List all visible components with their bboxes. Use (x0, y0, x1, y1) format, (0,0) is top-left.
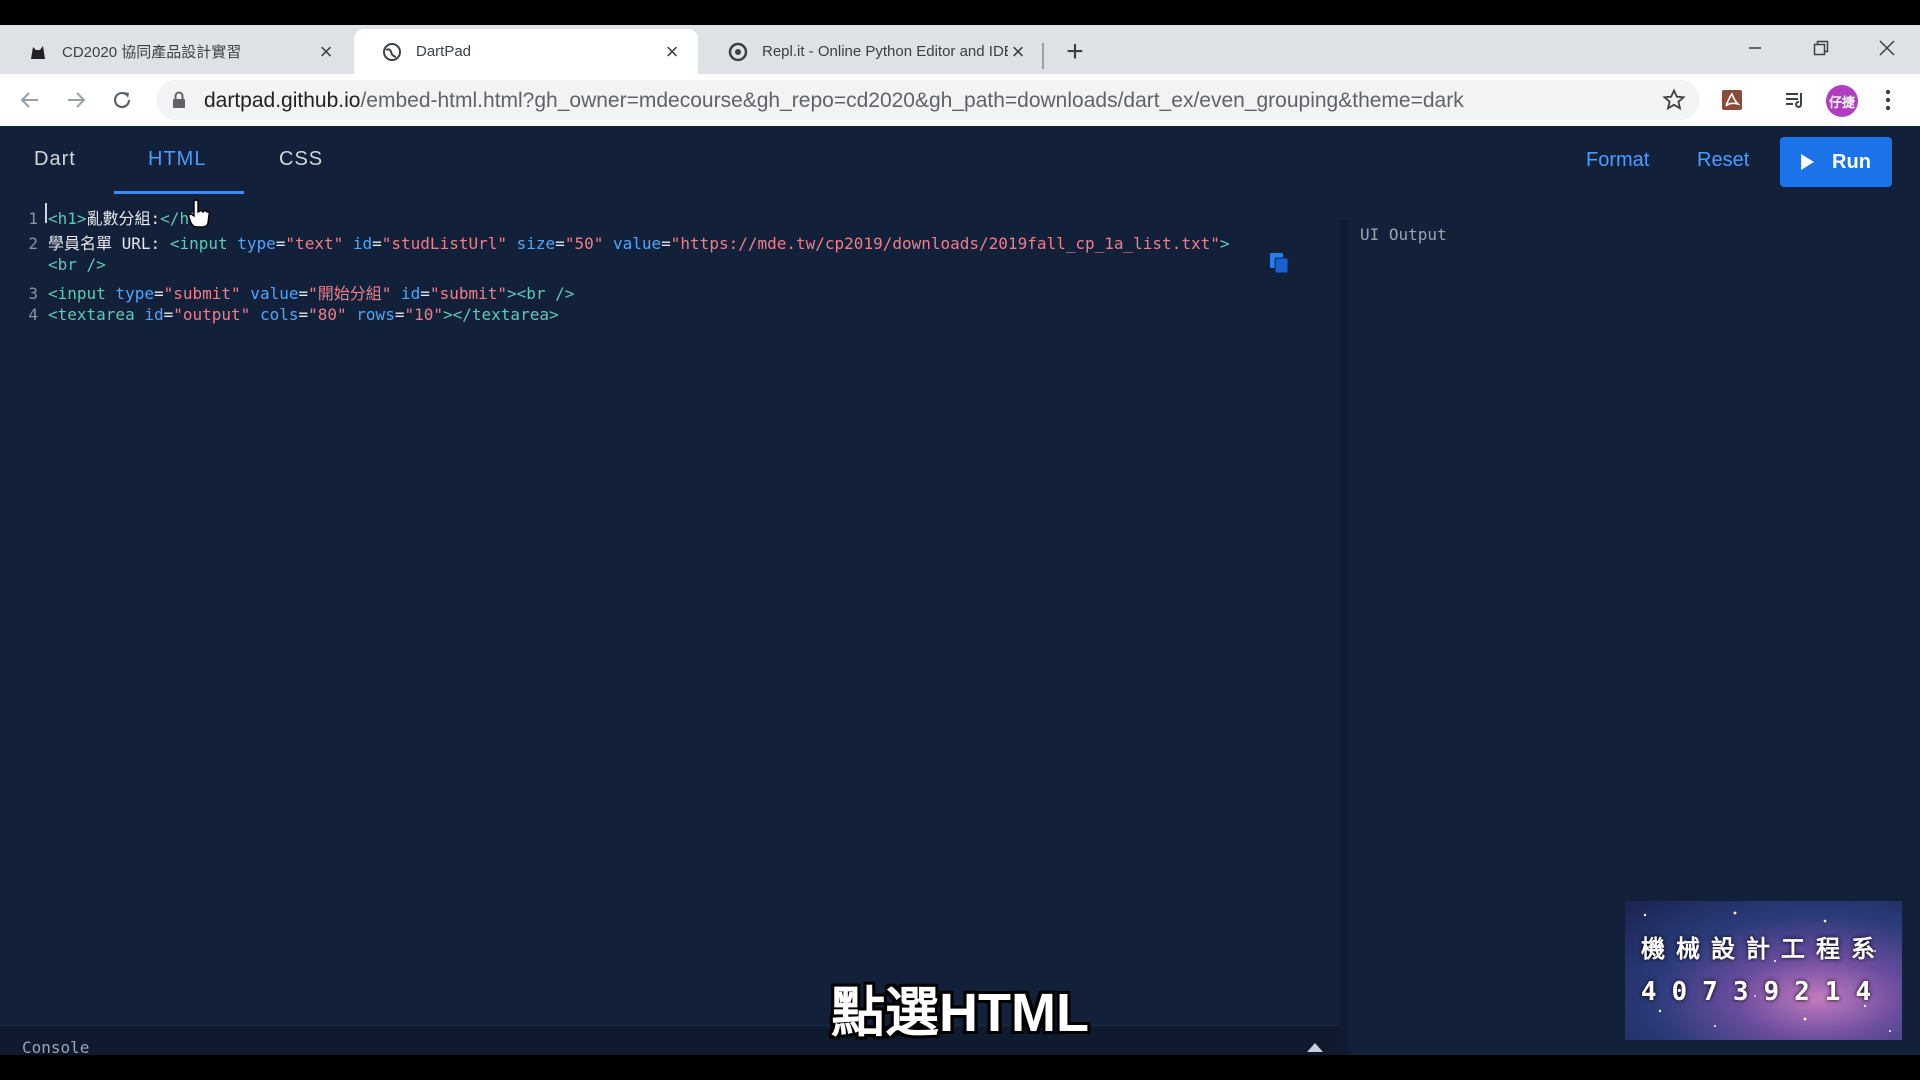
code-token: = (555, 234, 565, 253)
tab-css[interactable]: CSS (279, 148, 323, 171)
code-token: = (372, 234, 382, 253)
format-button[interactable]: Format (1586, 149, 1649, 172)
code-token: "80" (308, 305, 347, 324)
code-token: type (105, 284, 154, 303)
close-icon[interactable]: × (1008, 39, 1028, 64)
code-token: <input (169, 234, 228, 253)
more-menu-icon[interactable] (1872, 84, 1904, 116)
browser-tab-strip: CD2020 協同產品設計實習 × DartPad × Repl.it - On… (0, 25, 1920, 74)
restore-icon[interactable] (1806, 33, 1836, 63)
browser-toolbar: dartpad.github.io/embed-html.html?gh_own… (0, 74, 1920, 127)
run-button[interactable]: Run (1780, 137, 1892, 187)
code-token: "10" (404, 305, 443, 324)
tab-separator (1042, 43, 1044, 69)
starfield-icon (1643, 911, 1891, 1032)
run-label: Run (1832, 150, 1871, 173)
code-token: <textarea (48, 305, 135, 324)
code-token: "studListUrl" (381, 234, 507, 253)
line-number: 1 (28, 209, 38, 228)
watermark-badge: 機械設計工程系 40739214 (1625, 901, 1902, 1040)
code-token: rows (346, 305, 395, 324)
close-icon[interactable]: × (662, 39, 682, 64)
code-token: value (240, 284, 299, 303)
profile-avatar[interactable]: 仔捷 (1826, 85, 1858, 117)
code-token: 亂數分組: (86, 209, 161, 228)
ui-output-label: UI Output (1360, 225, 1447, 244)
tab-dart[interactable]: Dart (34, 148, 76, 171)
code-token: cols (250, 305, 299, 324)
browser-tab-cd2020[interactable]: CD2020 協同產品設計實習 × (0, 29, 352, 74)
code-token: id (134, 305, 164, 324)
reset-button[interactable]: Reset (1697, 149, 1749, 172)
code-token: = (420, 284, 430, 303)
pane-divider[interactable] (1340, 220, 1348, 1055)
watermark-department: 機械設計工程系 (1641, 936, 1886, 963)
reload-icon[interactable] (106, 84, 138, 116)
line-number: 4 (28, 305, 38, 324)
code-token: <h1> (48, 209, 87, 228)
code-token: = (661, 234, 671, 253)
url-host: dartpad.github.io (204, 89, 361, 112)
code-token: = (298, 305, 309, 324)
code-line: 1 <h1>亂數分組:</h1> (0, 205, 208, 229)
code-token: <input (48, 284, 106, 303)
url-path: /embed-html.html?gh_owner=mdecourse&gh_r… (360, 89, 1464, 112)
dartpad-header: Dart HTML CSS Format Reset Run (0, 126, 1920, 198)
code-token: = (275, 234, 286, 253)
code-token: "submit" (429, 284, 507, 303)
code-token: "50" (564, 234, 604, 253)
code-token: type (227, 234, 276, 253)
replit-icon (728, 42, 748, 62)
code-token: 學員名單 URL: (48, 234, 170, 253)
code-line: 3 <input type="submit" value="開始分組" id="s… (0, 280, 574, 304)
browser-tab-replit[interactable]: Repl.it - Online Python Editor and IDE × (700, 29, 1044, 74)
play-icon (1801, 154, 1815, 170)
new-tab-icon[interactable]: + (1062, 37, 1088, 67)
address-bar[interactable]: dartpad.github.io/embed-html.html?gh_own… (156, 80, 1700, 120)
code-token: = (163, 305, 174, 324)
code-token: "output" (173, 305, 251, 324)
tab-title: CD2020 協同產品設計實習 (62, 44, 242, 61)
bookmark-star-icon[interactable] (1662, 88, 1686, 117)
lock-icon (172, 91, 186, 114)
code-token: id (391, 284, 421, 303)
globe-icon (382, 42, 402, 62)
copy-icon[interactable] (1268, 251, 1290, 280)
code-token: "text" (285, 234, 344, 253)
url-text: dartpad.github.io/embed-html.html?gh_own… (204, 89, 1464, 113)
forward-arrow-icon[interactable] (60, 84, 92, 116)
code-line: 2 學員名單 URL: <input type="text" id="studLi… (0, 230, 1230, 254)
line-number: 3 (28, 284, 38, 303)
code-token: <br /> (48, 255, 106, 274)
code-token: = (298, 284, 309, 303)
code-line: <br /> (0, 255, 106, 274)
code-line: 4 <textarea id="output" cols="80" rows="1… (0, 305, 559, 324)
code-token: > (1219, 234, 1230, 253)
code-token: "https://mde.tw/cp2019/downloads/2019fal… (670, 234, 1220, 253)
media-queue-icon[interactable] (1779, 84, 1811, 116)
code-token: "開始分組" (308, 284, 392, 303)
code-token: ></textarea> (443, 305, 559, 324)
code-token: ><br /> (507, 284, 575, 303)
pdf-extension-icon[interactable] (1716, 84, 1748, 116)
hand-pointer-icon (188, 199, 211, 234)
tab-title: DartPad (416, 43, 472, 60)
tab-html[interactable]: HTML (148, 148, 206, 171)
code-token: id (343, 234, 373, 253)
back-arrow-icon[interactable] (14, 84, 46, 116)
close-icon[interactable]: × (316, 39, 336, 64)
code-token: value (603, 234, 662, 253)
watermark-student-id: 40739214 (1640, 977, 1887, 1007)
window-close-icon[interactable] (1872, 33, 1902, 63)
code-token: "submit" (163, 284, 241, 303)
browser-tab-dartpad[interactable]: DartPad × (354, 29, 698, 74)
minimize-icon[interactable] (1740, 33, 1770, 63)
line-number: 2 (28, 234, 38, 253)
code-token: = (153, 284, 164, 303)
active-tab-indicator (114, 191, 244, 194)
tab-title: Repl.it - Online Python Editor and IDE (762, 43, 1008, 60)
github-cat-icon (28, 42, 48, 62)
code-token: size (507, 234, 556, 253)
